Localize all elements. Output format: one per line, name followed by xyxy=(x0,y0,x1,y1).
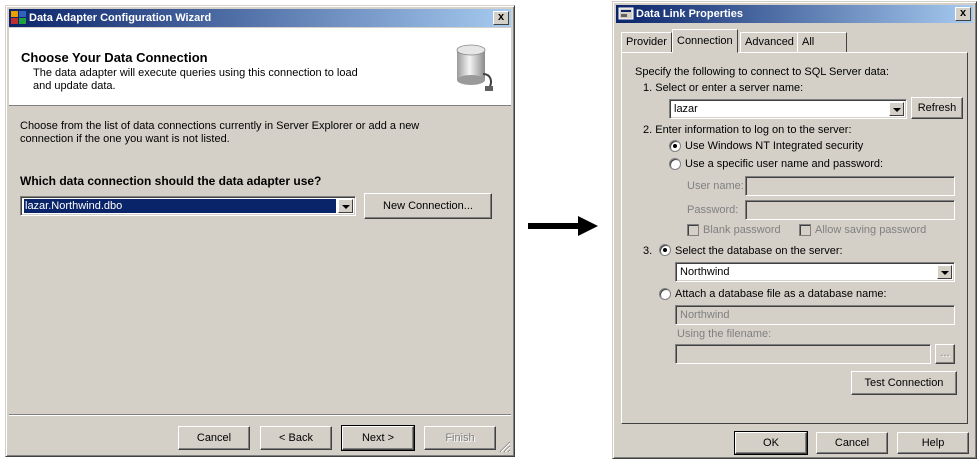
arrow-right-icon xyxy=(528,216,598,236)
close-icon: x xyxy=(959,7,967,19)
step2-label: 2. Enter information to log on to the se… xyxy=(643,124,852,136)
blank-password-checkbox[interactable] xyxy=(687,224,699,236)
data-link-window: Data Link Properties x Provider Connecti… xyxy=(612,1,977,459)
dlp-title: Data Link Properties xyxy=(636,8,743,20)
close-icon: x xyxy=(497,11,505,23)
wizard-instruction-1: Choose from the list of data connections… xyxy=(20,120,420,132)
wizard-header-title: Choose Your Data Connection xyxy=(21,50,208,65)
back-button[interactable]: < Back xyxy=(260,426,332,450)
server-name-value: lazar xyxy=(674,103,698,115)
step1-label: 1. Select or enter a server name: xyxy=(643,82,804,94)
blank-password-label: Blank password xyxy=(703,224,781,236)
radio-select-database[interactable] xyxy=(659,244,671,256)
wizard-window: Data Adapter Configuration Wizard x Choo… xyxy=(5,5,515,457)
data-link-app-icon xyxy=(618,7,634,20)
filename-field[interactable] xyxy=(675,344,931,364)
username-label: User name: xyxy=(687,180,744,192)
chevron-down-icon[interactable] xyxy=(937,265,952,279)
test-connection-button[interactable]: Test Connection xyxy=(851,371,957,395)
cancel-button[interactable]: Cancel xyxy=(816,432,888,454)
wizard-title: Data Adapter Configuration Wizard xyxy=(29,12,212,24)
password-field[interactable] xyxy=(745,200,955,220)
attach-name-value: Northwind xyxy=(680,309,730,321)
step3-number: 3. xyxy=(643,245,653,257)
radio-specific-user[interactable] xyxy=(669,158,681,170)
browse-button[interactable]: ... xyxy=(935,344,955,364)
cancel-button[interactable]: Cancel xyxy=(178,426,250,450)
ok-button[interactable]: OK xyxy=(734,431,808,455)
wizard-footer-divider xyxy=(9,414,511,416)
tab-provider[interactable]: Provider xyxy=(621,32,672,52)
wizard-titlebar[interactable]: Data Adapter Configuration Wizard x xyxy=(9,9,511,27)
tab-advanced[interactable]: Advanced xyxy=(740,32,799,52)
radio-specific-user-label: Use a specific user name and password: xyxy=(685,158,884,170)
chevron-down-icon[interactable] xyxy=(889,102,904,116)
database-dropdown[interactable]: Northwind xyxy=(675,262,955,282)
resize-grip-icon[interactable] xyxy=(499,441,511,453)
new-connection-button[interactable]: New Connection... xyxy=(364,193,492,219)
filename-label: Using the filename: xyxy=(677,328,772,340)
radio-nt-security-label: Use Windows NT Integrated security xyxy=(685,140,864,152)
wizard-instruction-2: connection if the one you want is not li… xyxy=(20,133,230,145)
wizard-header-desc-2: and update data. xyxy=(33,80,116,92)
wizard-app-icon xyxy=(11,11,26,24)
chevron-down-icon[interactable] xyxy=(338,199,353,213)
finish-button[interactable]: Finish xyxy=(424,426,496,450)
dlp-titlebar[interactable]: Data Link Properties x xyxy=(616,5,973,23)
dlp-intro: Specify the following to connect to SQL … xyxy=(635,66,889,78)
connection-dropdown-value: lazar.Northwind.dbo xyxy=(24,199,336,213)
allow-saving-label: Allow saving password xyxy=(815,224,927,236)
dlp-close-button[interactable]: x xyxy=(955,7,971,21)
wizard-header-desc-1: The data adapter will execute queries us… xyxy=(33,67,358,79)
radio-nt-security[interactable] xyxy=(669,140,681,152)
next-button[interactable]: Next > xyxy=(341,425,415,451)
radio-attach-database-label: Attach a database file as a database nam… xyxy=(675,288,887,300)
wizard-close-button[interactable]: x xyxy=(493,11,509,25)
wizard-question: Which data connection should the data ad… xyxy=(20,174,322,188)
tab-all[interactable]: All xyxy=(797,32,847,52)
radio-attach-database[interactable] xyxy=(659,288,671,300)
password-label: Password: xyxy=(687,204,739,216)
connection-dropdown[interactable]: lazar.Northwind.dbo xyxy=(20,196,356,216)
radio-select-database-label: Select the database on the server: xyxy=(675,245,843,257)
refresh-button[interactable]: Refresh xyxy=(911,97,963,119)
database-value: Northwind xyxy=(680,266,730,278)
help-button[interactable]: Help xyxy=(897,432,969,454)
username-field[interactable] xyxy=(745,176,955,196)
wizard-header: Choose Your Data Connection The data ada… xyxy=(9,28,511,106)
attach-name-field[interactable]: Northwind xyxy=(675,305,955,325)
tab-connection[interactable]: Connection xyxy=(672,29,738,53)
server-name-dropdown[interactable]: lazar xyxy=(669,99,907,119)
allow-saving-checkbox[interactable] xyxy=(799,224,811,236)
database-connection-icon xyxy=(456,44,493,91)
